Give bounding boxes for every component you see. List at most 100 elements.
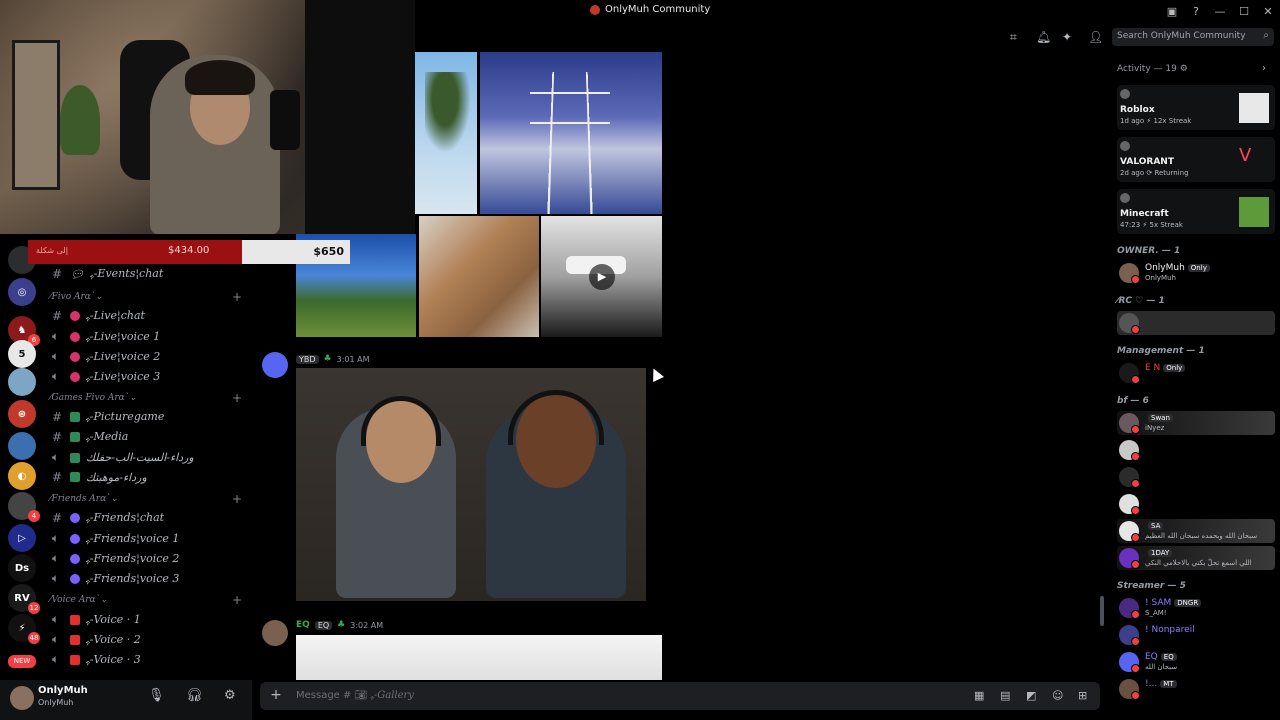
channel-item[interactable]: 🔈︎ ﮩ-Voice · 1 bbox=[52, 612, 141, 627]
channel-item[interactable]: # ﮩ-Live¦chat bbox=[52, 309, 145, 323]
speaker-icon: 🔈︎ bbox=[52, 551, 60, 565]
add-channel-icon[interactable]: + bbox=[232, 593, 242, 607]
inbox-icon[interactable]: ▣ bbox=[1160, 5, 1184, 18]
gear-icon[interactable]: ⚙ bbox=[1180, 64, 1188, 74]
user-tag: EQ bbox=[314, 620, 333, 630]
members-icon[interactable]: 👤︎ bbox=[1088, 30, 1103, 44]
gallery-image-palm[interactable] bbox=[415, 52, 477, 214]
chat-scrollbar[interactable] bbox=[1100, 596, 1104, 626]
channel-item[interactable]: # ﮩ-Media bbox=[52, 430, 128, 444]
chevron-right-icon[interactable]: › bbox=[1262, 63, 1266, 74]
server-icon[interactable]: ▷ bbox=[8, 524, 36, 552]
new-badge[interactable]: NEW bbox=[8, 655, 36, 668]
username[interactable]: EQ bbox=[296, 620, 310, 630]
apps-icon[interactable]: ⊞ bbox=[1078, 689, 1087, 702]
microphone bbox=[270, 90, 300, 150]
server-icon[interactable] bbox=[8, 432, 36, 460]
channel-item[interactable]: 🔈︎ ﮩ-Friends¦voice 2 bbox=[52, 551, 179, 566]
add-attachment-icon[interactable]: + bbox=[268, 687, 284, 703]
maximize-button[interactable]: ☐ bbox=[1232, 5, 1256, 18]
add-channel-icon[interactable]: + bbox=[232, 492, 242, 506]
sticker-icon[interactable]: ◩ bbox=[1026, 689, 1036, 702]
minimize-button[interactable]: — bbox=[1208, 5, 1232, 18]
channel-item[interactable]: # ورداء-موهبتك bbox=[52, 470, 147, 484]
gif-icon[interactable]: ▤ bbox=[1000, 689, 1010, 702]
channel-emoji-icon bbox=[70, 553, 80, 564]
avatar bbox=[1119, 598, 1140, 619]
channel-item[interactable]: # ﮩ-Picturegame bbox=[52, 410, 164, 424]
member-item[interactable] bbox=[1117, 465, 1275, 489]
gallery-video-police[interactable]: ▶ bbox=[541, 216, 662, 337]
member-name: Swan bbox=[1145, 413, 1173, 423]
app-icon bbox=[590, 4, 600, 15]
server-icon[interactable] bbox=[8, 368, 36, 396]
channel-item[interactable]: 🔈︎ ﮩ-Live¦voice 1 bbox=[52, 329, 160, 344]
member-item[interactable] bbox=[1117, 311, 1275, 335]
add-channel-icon[interactable]: + bbox=[232, 290, 242, 304]
help-icon[interactable]: ? bbox=[1184, 5, 1208, 18]
activity-card[interactable]: VALORANT 2d ago ⟳ Returning V bbox=[1117, 137, 1275, 182]
message-photo[interactable] bbox=[296, 368, 646, 601]
channel-label: ﮩ-Voice · 1 bbox=[86, 612, 141, 626]
badge-icon: ♣ bbox=[337, 620, 346, 630]
avatar bbox=[1120, 89, 1130, 99]
server-icon[interactable]: Ds bbox=[8, 554, 36, 582]
avatar bbox=[1119, 467, 1140, 488]
activity-card[interactable]: Minecraft 47:23 ⚡ 5x Streak bbox=[1117, 189, 1275, 234]
channel-item[interactable]: 🔈︎ ﮩ-Friends¦voice 3 bbox=[52, 571, 179, 586]
member-item[interactable]: 1DAY اللي اسمع تحلّ بكتي بالاحلامي النكي bbox=[1117, 546, 1275, 570]
member-status: اللي اسمع تحلّ بكتي بالاحلامي النكي bbox=[1145, 559, 1252, 567]
gallery-image-deer[interactable] bbox=[419, 216, 539, 337]
channel-emoji-icon bbox=[70, 472, 80, 482]
search-input[interactable]: Search OnlyMuh Community ⌕ bbox=[1112, 28, 1274, 46]
category-header[interactable]: ⁄Voice Arɑ`⌄ bbox=[50, 595, 108, 605]
pin-icon[interactable]: ✦ bbox=[1062, 30, 1072, 44]
headphones-icon[interactable]: 🎧︎ bbox=[186, 688, 203, 703]
category-header[interactable]: ⁄Fivo Arɑ`⌄ bbox=[50, 292, 103, 302]
channel-item[interactable]: 🔈︎ ﮩ-Voice · 3 bbox=[52, 652, 141, 667]
category-header[interactable]: ⁄Friends Arɑ`⌄ bbox=[50, 494, 118, 504]
message-composer[interactable]: + Message # 📷︎ ﮩ-Gallery ▦ ▤ ◩ ☺ ⊞ bbox=[260, 682, 1100, 710]
channel-item[interactable]: 🔈︎ ﮩ-Live¦voice 3 bbox=[52, 369, 160, 384]
avatar[interactable] bbox=[262, 620, 288, 646]
threads-icon[interactable]: ⌗ bbox=[1010, 30, 1017, 45]
message-image[interactable] bbox=[296, 635, 662, 680]
avatar[interactable] bbox=[262, 352, 288, 378]
gallery-image-tower[interactable] bbox=[480, 52, 662, 214]
channel-item[interactable]: 🔈︎ ﮩ-Friends¦voice 1 bbox=[52, 531, 179, 546]
member-item[interactable]: !... MT bbox=[1117, 677, 1275, 701]
gear-icon[interactable]: ⚙ bbox=[224, 688, 236, 703]
member-item[interactable] bbox=[1117, 492, 1275, 516]
server-icon[interactable]: ◐ bbox=[8, 462, 36, 490]
channel-item[interactable]: # ﮩ-Friends¦chat bbox=[52, 511, 164, 525]
category-header[interactable]: ⁄Games Fivo Arɑ`⌄ bbox=[50, 393, 137, 403]
member-item[interactable]: ! Nonpareil bbox=[1117, 623, 1275, 647]
member-item[interactable]: Swan iNyez bbox=[1117, 411, 1275, 435]
server-icon[interactable]: 5 bbox=[8, 340, 36, 368]
channel-item[interactable]: 🔈︎ ﮩ-Voice · 2 bbox=[52, 632, 141, 647]
avatar bbox=[1120, 193, 1130, 203]
room-mirror bbox=[12, 40, 60, 190]
member-item[interactable] bbox=[1117, 438, 1275, 462]
microphone-icon[interactable]: 🎙︎ bbox=[148, 688, 165, 703]
emoji-icon[interactable]: ☺ bbox=[1052, 689, 1063, 702]
member-item[interactable]: EQ EQ سبحان الله bbox=[1117, 650, 1275, 674]
channel-item[interactable]: 🔈︎ ﮩ-Live¦voice 2 bbox=[52, 349, 160, 364]
gift-icon[interactable]: ▦ bbox=[974, 689, 984, 702]
channel-events-chat[interactable]: # 💬︎ ﮩ-Events¦chat bbox=[52, 267, 163, 281]
member-item[interactable]: SA سبحان الله وبحمده سبحان الله العظيم bbox=[1117, 519, 1275, 543]
speaker-icon: 🔈︎ bbox=[52, 369, 60, 383]
server-icon[interactable]: ⊛ bbox=[8, 400, 36, 428]
server-icon[interactable]: ◎ bbox=[8, 278, 36, 306]
add-channel-icon[interactable]: + bbox=[232, 391, 242, 405]
member-item[interactable]: ! SAM DNGR S_AM! bbox=[1117, 596, 1275, 620]
avatar[interactable] bbox=[10, 686, 34, 710]
play-icon[interactable]: ▶ bbox=[589, 264, 615, 290]
timestamp: 3:01 AM bbox=[336, 354, 370, 364]
activity-card[interactable]: Roblox 1d ago ⚡ 12x Streak bbox=[1117, 85, 1275, 130]
member-item[interactable]: OnlyMuh Only OnlyMuh bbox=[1117, 261, 1275, 285]
member-item[interactable]: E N Only bbox=[1117, 361, 1275, 385]
bell-icon[interactable]: 🔔︎ bbox=[1036, 30, 1051, 44]
channel-item[interactable]: 🔈︎ ورداء-السيت-الب-حفلك bbox=[52, 450, 194, 465]
close-button[interactable]: ✕ bbox=[1256, 5, 1280, 18]
